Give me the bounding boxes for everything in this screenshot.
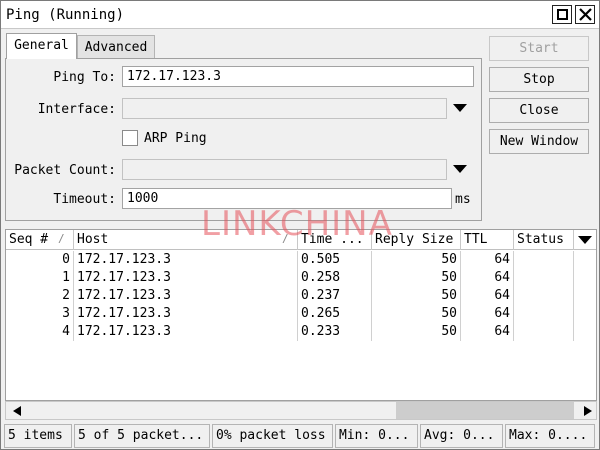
- close-window-button[interactable]: [575, 5, 595, 24]
- table-row[interactable]: 0 172.17.123.3 0.505 50 64: [6, 251, 596, 269]
- maximize-button[interactable]: [552, 5, 572, 24]
- cell-status: [514, 269, 574, 287]
- scroll-left-icon[interactable]: [13, 406, 21, 416]
- window-title: Ping (Running): [6, 7, 125, 23]
- cell-host: 172.17.123.3: [74, 269, 298, 287]
- arp-ping-checkbox[interactable]: [122, 130, 138, 146]
- cell-host: 172.17.123.3: [74, 251, 298, 269]
- cell-ttl: 64: [461, 323, 514, 341]
- cell-reply-size: 50: [372, 323, 461, 341]
- table-row[interactable]: 2 172.17.123.3 0.237 50 64: [6, 287, 596, 305]
- interface-select[interactable]: [122, 98, 447, 119]
- cell-seq: 1: [6, 269, 74, 287]
- status-packet-loss: 0% packet loss: [212, 424, 333, 448]
- interface-dropdown-icon[interactable]: [453, 104, 467, 112]
- status-min: Min: 0...: [335, 424, 418, 448]
- scroll-right-icon[interactable]: [584, 406, 592, 416]
- ping-to-input[interactable]: 172.17.123.3: [122, 66, 474, 87]
- arp-ping-label: ARP Ping: [144, 131, 207, 146]
- cell-seq: 0: [6, 251, 74, 269]
- chevron-down-icon: [578, 236, 592, 244]
- interface-label: Interface:: [37, 102, 116, 117]
- scroll-thumb[interactable]: [396, 402, 574, 419]
- cell-time: 0.237: [298, 287, 372, 305]
- ping-to-label: Ping To:: [53, 70, 116, 85]
- status-avg: Avg: 0...: [420, 424, 503, 448]
- table-row[interactable]: 3 172.17.123.3 0.265 50 64: [6, 305, 596, 323]
- close-button[interactable]: Close: [489, 98, 589, 123]
- timeout-label: Timeout:: [53, 192, 116, 207]
- packet-count-select[interactable]: [122, 159, 447, 180]
- cell-reply-size: 50: [372, 287, 461, 305]
- table-row[interactable]: 1 172.17.123.3 0.258 50 64: [6, 269, 596, 287]
- timeout-unit: ms: [455, 192, 471, 207]
- cell-ttl: 64: [461, 287, 514, 305]
- cell-host: 172.17.123.3: [74, 323, 298, 341]
- packet-count-dropdown-icon[interactable]: [453, 165, 467, 173]
- new-window-button[interactable]: New Window: [489, 129, 589, 154]
- cell-reply-size: 50: [372, 305, 461, 323]
- maximize-icon: [557, 9, 568, 20]
- column-time[interactable]: Time ...: [298, 230, 372, 250]
- close-icon: [579, 8, 592, 21]
- cell-reply-size: 50: [372, 251, 461, 269]
- cell-host: 172.17.123.3: [74, 287, 298, 305]
- table-header: Seq # ∕ Host ∕ Time ... Reply Size TTL S…: [6, 230, 596, 250]
- column-reply-size[interactable]: Reply Size: [372, 230, 461, 250]
- start-button[interactable]: Start: [489, 36, 589, 61]
- cell-status: [514, 305, 574, 323]
- cell-time: 0.258: [298, 269, 372, 287]
- column-menu-button[interactable]: [574, 230, 596, 250]
- status-bar: 5 items 5 of 5 packet... 0% packet loss …: [1, 424, 599, 449]
- cell-time: 0.233: [298, 323, 372, 341]
- tab-advanced[interactable]: Advanced: [77, 35, 155, 59]
- packet-count-label: Packet Count:: [14, 163, 116, 178]
- cell-ttl: 64: [461, 305, 514, 323]
- status-packets: 5 of 5 packet...: [74, 424, 210, 448]
- results-table: Seq # ∕ Host ∕ Time ... Reply Size TTL S…: [5, 229, 597, 401]
- column-status[interactable]: Status: [514, 230, 574, 250]
- cell-status: [514, 323, 574, 341]
- title-bar[interactable]: Ping (Running): [1, 1, 599, 29]
- cell-status: [514, 251, 574, 269]
- cell-host: 172.17.123.3: [74, 305, 298, 323]
- column-host[interactable]: Host: [74, 230, 298, 250]
- cell-ttl: 64: [461, 269, 514, 287]
- ping-window: Ping (Running) General Advanced Ping To:…: [0, 0, 600, 450]
- status-items: 5 items: [4, 424, 72, 448]
- sort-icon: ∕: [58, 232, 65, 245]
- status-max: Max: 0....: [505, 424, 595, 448]
- cell-time: 0.265: [298, 305, 372, 323]
- timeout-input[interactable]: 1000: [122, 188, 452, 209]
- cell-reply-size: 50: [372, 269, 461, 287]
- cell-time: 0.505: [298, 251, 372, 269]
- cell-seq: 2: [6, 287, 74, 305]
- horizontal-scrollbar[interactable]: [5, 401, 597, 420]
- cell-ttl: 64: [461, 251, 514, 269]
- cell-seq: 4: [6, 323, 74, 341]
- column-ttl[interactable]: TTL: [461, 230, 514, 250]
- cell-status: [514, 287, 574, 305]
- table-row[interactable]: 4 172.17.123.3 0.233 50 64: [6, 323, 596, 341]
- cell-seq: 3: [6, 305, 74, 323]
- sort-icon: ∕: [282, 232, 289, 245]
- tab-general[interactable]: General: [6, 33, 77, 59]
- stop-button[interactable]: Stop: [489, 67, 589, 92]
